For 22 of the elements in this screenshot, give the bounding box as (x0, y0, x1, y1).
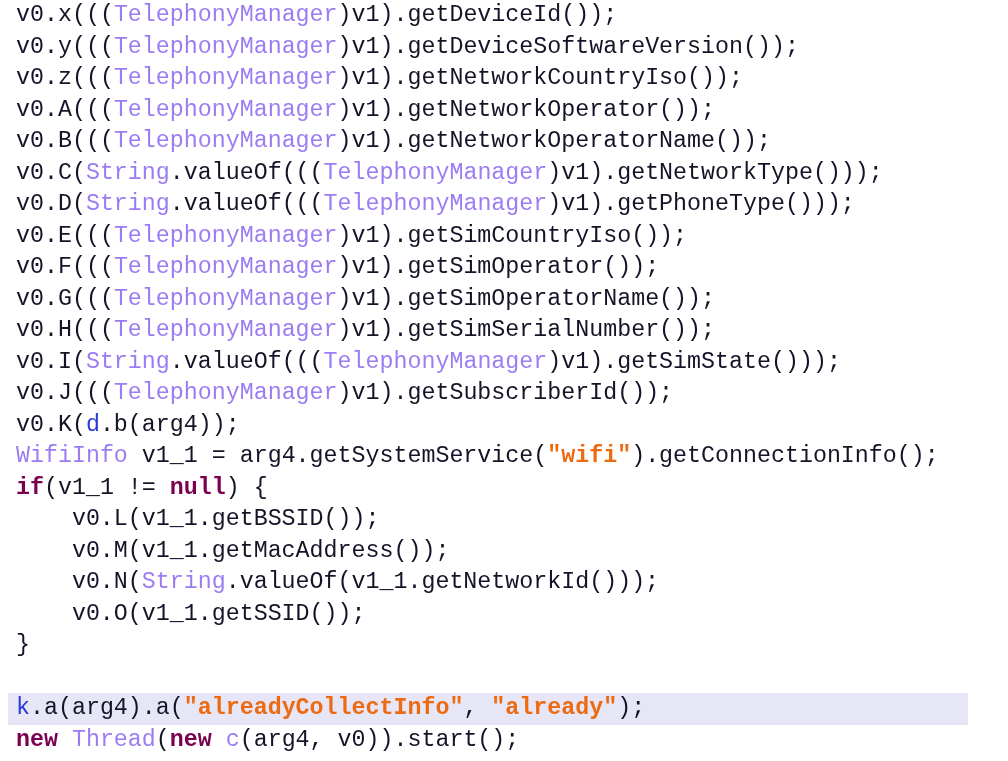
code-line: v0.C(String.valueOf(((TelephonyManager)v1).getNetworkType())); (15, 158, 884, 188)
code-line: v0.K(d.b(arg4)); (15, 410, 241, 440)
code-line: v0.y(((TelephonyManager)v1).getDeviceSoftwareVersion()); (15, 32, 800, 62)
code-line: } (15, 631, 31, 660)
code-line: v0.I(String.valueOf(((TelephonyManager)v1).getSimState())); (15, 347, 842, 377)
code-line: v0.z(((TelephonyManager)v1).getNetworkCountryIso()); (15, 64, 744, 93)
code-line: v0.G(((TelephonyManager)v1).getSimOperatorName()); (15, 284, 717, 314)
code-line: v0.x(((TelephonyManager)v1).getDeviceId()); (15, 1, 619, 30)
code-line: v0.L(v1_1.getBSSID()); (70, 505, 381, 534)
code-line: v0.N(String.valueOf(v1_1.getNetworkId())); (70, 568, 661, 597)
code-line: v0.J(((TelephonyManager)v1).getSubscriberId()); (15, 379, 675, 408)
code-line: v0.B(((TelephonyManager)v1).getNetworkOperatorName()); (15, 127, 772, 156)
code-line: new Thread(new c(arg4, v0)).start(); (15, 725, 521, 755)
code-line: v0.O(v1_1.getSSID()); (70, 599, 367, 629)
code-line: WifiInfo v1_1 = arg4.getSystemService("wifi").getConnectionInfo(); (15, 442, 940, 471)
code-line: v0.F(((TelephonyManager)v1).getSimOperator()); (15, 253, 661, 282)
code-line: v0.D(String.valueOf(((TelephonyManager)v1).getPhoneType())); (15, 190, 856, 219)
code-line: if(v1_1 != null) { (15, 473, 269, 503)
code-line: v0.M(v1_1.getMacAddress()); (70, 536, 451, 566)
code-line: v0.A(((TelephonyManager)v1).getNetworkOperator()); (15, 95, 717, 125)
code-line: v0.H(((TelephonyManager)v1).getSimSerialNumber()); (15, 316, 717, 345)
code-line: v0.E(((TelephonyManager)v1).getSimCountryIso()); (15, 221, 689, 251)
